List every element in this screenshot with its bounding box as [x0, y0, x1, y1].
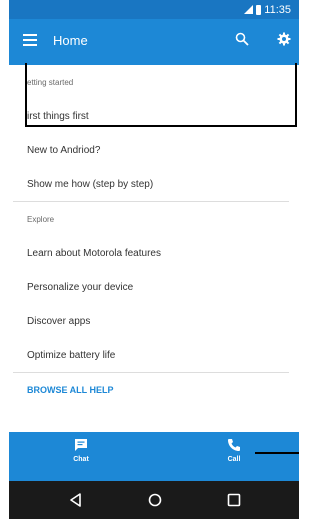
app-bar: Home [9, 19, 299, 65]
list-item-discover-apps[interactable]: Discover apps [9, 304, 299, 338]
status-icons: 11:35 [244, 0, 291, 19]
recents-icon[interactable] [225, 491, 243, 509]
phone-icon [227, 438, 241, 452]
battery-icon [256, 4, 262, 15]
browse-all-help-link[interactable]: BROWSE ALL HELP [9, 373, 299, 407]
search-icon[interactable] [235, 32, 251, 50]
list-item-new-to-android[interactable]: New to Andriod? [9, 133, 299, 167]
hamburger-menu-icon[interactable] [23, 34, 37, 48]
back-icon[interactable] [67, 491, 85, 509]
chat-icon [74, 438, 88, 452]
gear-icon[interactable] [277, 32, 293, 50]
system-nav-bar [9, 481, 299, 519]
list-item-show-me-how[interactable]: Show me how (step by step) [9, 167, 299, 201]
list-item-personalize[interactable]: Personalize your device [9, 270, 299, 304]
app-title: Home [53, 33, 88, 48]
call-label: Call [227, 456, 241, 463]
bottom-action-bar: Chat Call [9, 432, 299, 481]
status-time: 11:35 [264, 3, 291, 16]
signal-icon [244, 5, 254, 14]
status-bar: 11:35 [9, 0, 299, 19]
list-item-learn-motorola[interactable]: Learn about Motorola features [9, 236, 299, 270]
annotation-pointer-line [255, 452, 299, 454]
help-content: etting started irst things first New to … [9, 65, 299, 407]
chat-button[interactable]: Chat [61, 438, 101, 463]
chat-label: Chat [73, 456, 89, 463]
call-button[interactable]: Call [214, 438, 254, 463]
list-item-first-things-first[interactable]: irst things first [9, 99, 299, 133]
list-item-optimize-battery[interactable]: Optimize battery life [9, 338, 299, 372]
section-header-getting-started: etting started [27, 77, 74, 87]
home-icon[interactable] [146, 491, 164, 509]
section-header-explore: Explore [27, 214, 55, 224]
